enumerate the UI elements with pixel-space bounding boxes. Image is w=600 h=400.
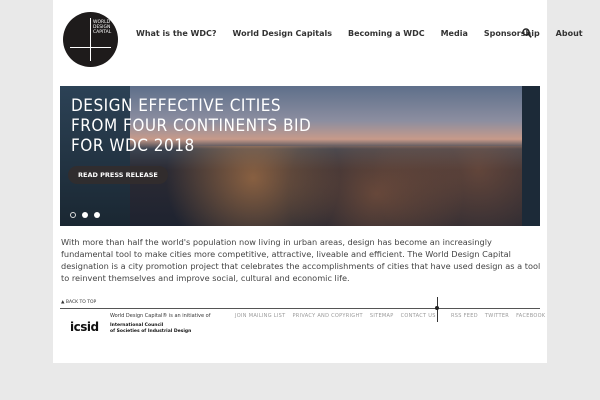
rss-feed-link[interactable]: RSS FEED bbox=[451, 313, 478, 319]
footer-divider-dot bbox=[435, 306, 439, 310]
social-links: RSS FEED TWITTER FACEBOOK bbox=[451, 313, 545, 319]
join-mailing-list-link[interactable]: JOIN MAILING LIST bbox=[235, 313, 285, 319]
hero-headline: DESIGN EFFECTIVE CITIES FROM FOUR CONTIN… bbox=[71, 96, 312, 156]
sitemap-link[interactable]: SITEMAP bbox=[370, 313, 394, 319]
hero-city-image bbox=[130, 146, 540, 226]
icsid-name: International Council of Societies of In… bbox=[110, 323, 191, 334]
contact-us-link[interactable]: CONTACT US bbox=[401, 313, 436, 319]
logo-line: CAPITAL bbox=[93, 30, 112, 35]
back-to-top-link[interactable]: ▲ BACK TO TOP bbox=[61, 300, 96, 305]
slider-dots bbox=[70, 212, 100, 218]
nav-becoming-a-wdc[interactable]: Becoming a WDC bbox=[348, 29, 425, 38]
read-press-release-button[interactable]: READ PRESS RELEASE bbox=[68, 166, 168, 184]
privacy-link[interactable]: PRIVACY AND COPYRIGHT bbox=[292, 313, 362, 319]
facebook-link[interactable]: FACEBOOK bbox=[516, 313, 545, 319]
logo-vertical-line bbox=[90, 18, 91, 61]
hero-slider: DESIGN EFFECTIVE CITIES FROM FOUR CONTIN… bbox=[60, 86, 540, 226]
intro-paragraph: With more than half the world's populati… bbox=[61, 237, 541, 283]
slider-dot-3[interactable] bbox=[94, 212, 100, 218]
slider-dot-2[interactable] bbox=[82, 212, 88, 218]
hero-tower bbox=[522, 86, 540, 226]
nav-world-design-capitals[interactable]: World Design Capitals bbox=[233, 29, 332, 38]
twitter-link[interactable]: TWITTER bbox=[485, 313, 509, 319]
initiative-text: World Design Capital® is an initiative o… bbox=[110, 313, 211, 319]
back-to-top-label: BACK TO TOP bbox=[65, 300, 97, 305]
logo-horizontal-line bbox=[70, 47, 111, 48]
nav-about[interactable]: About bbox=[556, 29, 583, 38]
slider-dot-1[interactable] bbox=[70, 212, 76, 218]
council-line: of Societies of Industrial Design bbox=[110, 328, 192, 334]
footer-links: JOIN MAILING LIST PRIVACY AND COPYRIGHT … bbox=[235, 313, 436, 319]
footer-divider bbox=[60, 308, 540, 309]
nav-what-is-wdc[interactable]: What is the WDC? bbox=[136, 29, 217, 38]
nav-media[interactable]: Media bbox=[441, 29, 468, 38]
wdc-logo[interactable]: WORLD DESIGN CAPITAL bbox=[63, 12, 118, 67]
icsid-logo[interactable]: icsid bbox=[70, 320, 99, 334]
search-icon[interactable] bbox=[522, 28, 532, 38]
logo-text: WORLD DESIGN CAPITAL bbox=[93, 20, 111, 35]
page-container: WORLD DESIGN CAPITAL What is the WDC? Wo… bbox=[53, 0, 583, 363]
